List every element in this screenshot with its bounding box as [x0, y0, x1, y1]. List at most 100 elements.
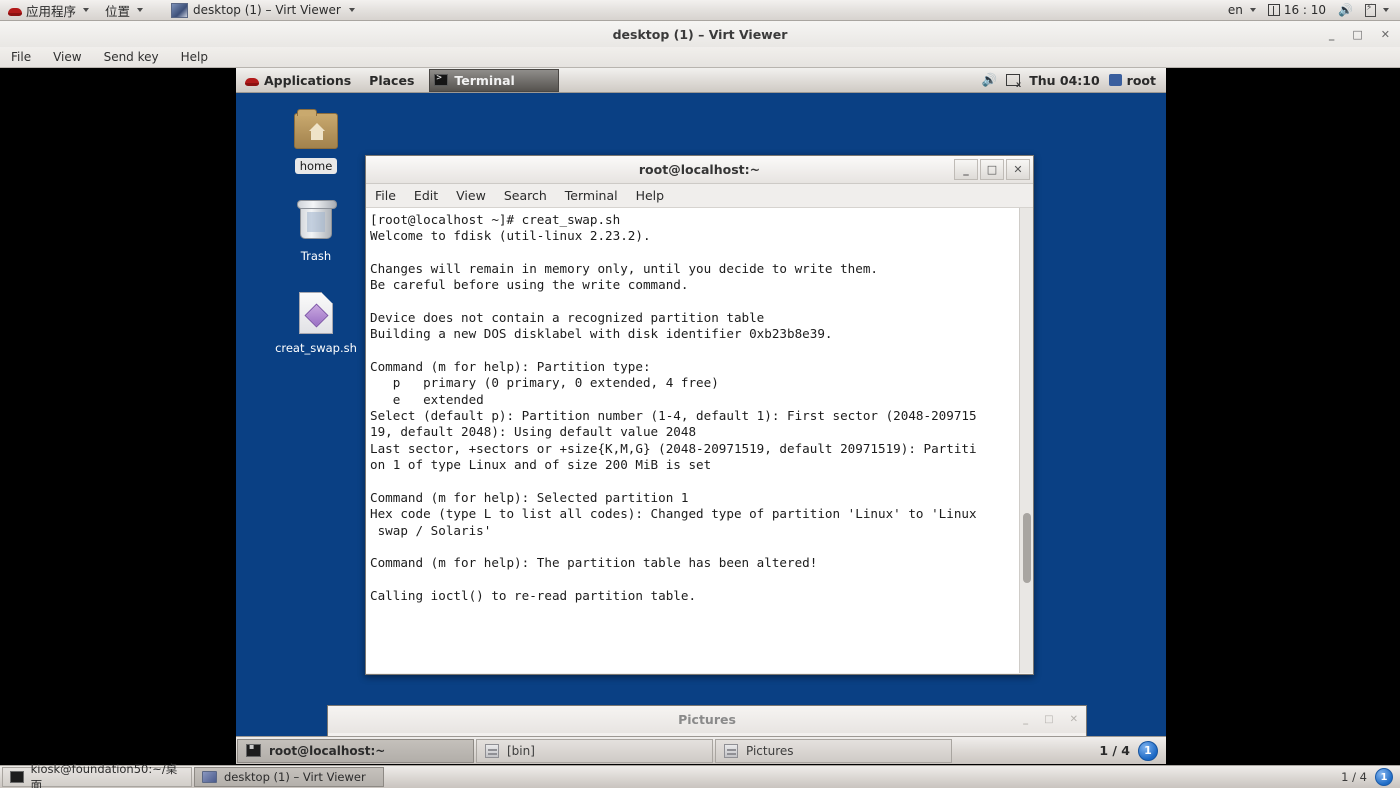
vm-volume-indicator[interactable]: 🔊	[982, 72, 998, 88]
terminal-title: root@localhost:~	[638, 162, 761, 177]
vm-user-label: root	[1126, 72, 1156, 88]
vm-taskbar-item-pictures[interactable]: Pictures	[715, 738, 952, 763]
pictures-close-button[interactable]: ✕	[1070, 714, 1078, 725]
folder-home-icon	[268, 108, 364, 154]
terminal-scrollbar-thumb[interactable]	[1023, 513, 1031, 583]
desktop-icon-creat-swap[interactable]: creat_swap.sh	[268, 290, 364, 356]
host-top-panel: 应用程序 位置 desktop (1) – Virt Viewer en 16 …	[0, 0, 1400, 21]
vm-workspace-pager[interactable]: 1 / 4	[1099, 743, 1130, 758]
terminal-minimize-button[interactable]: _	[954, 159, 978, 180]
trash-icon	[268, 198, 364, 244]
pictures-titlebar: Pictures _ □ ✕	[328, 706, 1086, 733]
terminal-icon	[10, 771, 24, 783]
keyboard-layout-label: en	[1227, 3, 1243, 17]
desktop-icon-home-label: home	[294, 158, 338, 174]
terminal-icon	[434, 73, 449, 86]
vm-clock[interactable]: Thu 04:10	[1029, 73, 1099, 88]
pictures-maximize-button[interactable]: □	[1044, 714, 1053, 725]
vm-workspace-badge[interactable]: 1	[1138, 740, 1158, 761]
terminal-menu-terminal[interactable]: Terminal	[556, 188, 627, 203]
terminal-titlebar: root@localhost:~ _ □ ✕	[366, 156, 1033, 184]
vm-taskbar: root@localhost:~ [bin] Pictures 1 / 4 1	[236, 736, 1166, 764]
volume-indicator[interactable]: 🔊	[1333, 3, 1358, 17]
chevron-down-icon	[1383, 8, 1389, 12]
virt-viewer-menubar: File View Send key Help	[0, 47, 1400, 68]
maximize-button[interactable]: □	[1352, 28, 1362, 41]
chevron-down-icon	[1249, 8, 1256, 12]
battery-icon	[1365, 3, 1376, 17]
terminal-close-button[interactable]: ✕	[1006, 159, 1030, 180]
close-button[interactable]: ✕	[1381, 28, 1390, 41]
host-workspace-badge[interactable]: 1	[1375, 768, 1393, 786]
vm-clock-label: Thu 04:10	[1029, 72, 1100, 88]
volume-icon: 🔊	[981, 72, 998, 87]
file-manager-icon	[724, 743, 738, 758]
vm-task-terminal[interactable]: Terminal	[429, 68, 560, 92]
host-applications-label: 应用程序	[26, 3, 77, 19]
vm-applications-label: Applications	[264, 72, 352, 88]
host-taskbar-item-virt-viewer[interactable]: desktop (1) – Virt Viewer	[194, 767, 384, 787]
host-window-label: desktop (1) – Virt Viewer	[193, 3, 341, 17]
redhat-icon	[8, 4, 22, 17]
terminal-menu-edit[interactable]: Edit	[405, 188, 447, 203]
vm-top-panel: Applications Places Terminal 🔊 Thu	[236, 68, 1166, 93]
vm-places-label: Places	[369, 72, 415, 88]
terminal-menu-help[interactable]: Help	[627, 188, 674, 203]
vm-viewport[interactable]: Applications Places Terminal 🔊 Thu	[236, 68, 1166, 764]
terminal-output-area[interactable]: [root@localhost ~]# creat_swap.sh Welcom…	[366, 208, 1033, 673]
screen: 应用程序 位置 desktop (1) – Virt Viewer en 16 …	[0, 0, 1400, 788]
terminal-scrollbar[interactable]	[1019, 208, 1033, 673]
vm-taskbar-item-bin-label: [bin]	[507, 743, 535, 758]
chevron-down-icon	[348, 8, 355, 12]
minimize-button[interactable]: _	[1329, 28, 1335, 41]
host-taskbar-item-kiosk-label: kiosk@foundation50:~/桌面	[30, 762, 178, 788]
file-manager-icon	[485, 743, 499, 758]
desktop-icon-trash-label: Trash	[300, 249, 332, 263]
terminal-window[interactable]: root@localhost:~ _ □ ✕ File Edit View Se…	[365, 155, 1034, 675]
vm-user-menu[interactable]: root	[1108, 72, 1156, 88]
pictures-window-controls: _ □ ✕	[1023, 706, 1078, 733]
vm-taskbar-item-pictures-label: Pictures	[746, 743, 794, 758]
terminal-menu-view[interactable]: View	[447, 188, 495, 203]
terminal-window-controls: _ □ ✕	[954, 159, 1030, 180]
pictures-minimize-button[interactable]: _	[1023, 714, 1028, 725]
menu-file[interactable]: File	[0, 50, 42, 64]
desktop-icon-creat-swap-label: creat_swap.sh	[275, 341, 357, 355]
redhat-icon	[245, 74, 259, 87]
terminal-maximize-button[interactable]: □	[980, 159, 1004, 180]
terminal-menubar: File Edit View Search Terminal Help	[366, 184, 1033, 208]
user-icon	[1108, 74, 1122, 86]
vm-taskbar-item-terminal-label: root@localhost:~	[269, 743, 386, 758]
host-applications-menu[interactable]: 应用程序	[0, 0, 97, 20]
host-places-label: 位置	[105, 3, 131, 19]
vm-task-terminal-label: Terminal	[454, 72, 515, 88]
menu-view[interactable]: View	[42, 50, 92, 64]
vm-window-list: Terminal	[429, 68, 560, 92]
virt-viewer-window-controls: _ □ ✕	[1329, 21, 1390, 47]
vm-places-menu[interactable]: Places	[360, 68, 423, 92]
vm-applications-menu[interactable]: Applications	[236, 68, 360, 92]
menu-send-key[interactable]: Send key	[93, 50, 170, 64]
monitor-icon	[202, 771, 217, 783]
vm-taskbar-item-terminal[interactable]: root@localhost:~	[237, 738, 474, 763]
desktop-icon-home[interactable]: home	[268, 108, 364, 174]
terminal-menu-search[interactable]: Search	[495, 188, 556, 203]
terminal-icon	[246, 742, 261, 757]
host-window-menu[interactable]: desktop (1) – Virt Viewer	[163, 0, 363, 20]
host-workspace-pager[interactable]: 1 / 4	[1341, 770, 1367, 784]
host-taskbar: kiosk@foundation50:~/桌面 desktop (1) – Vi…	[0, 762, 1400, 788]
keyboard-layout-indicator[interactable]: en	[1223, 3, 1261, 17]
battery-indicator[interactable]	[1360, 3, 1394, 17]
chevron-down-icon	[137, 8, 144, 12]
desktop-icon-trash[interactable]: Trash	[268, 198, 364, 264]
window-thumbnail-icon	[171, 2, 189, 18]
pictures-title: Pictures	[678, 712, 736, 727]
vm-network-indicator[interactable]	[1006, 74, 1021, 89]
host-places-menu[interactable]: 位置	[97, 0, 151, 20]
script-file-icon	[268, 290, 364, 336]
terminal-menu-file[interactable]: File	[366, 188, 405, 203]
host-taskbar-item-kiosk[interactable]: kiosk@foundation50:~/桌面	[2, 762, 192, 788]
menu-help[interactable]: Help	[170, 50, 219, 64]
vm-taskbar-item-bin[interactable]: [bin]	[476, 738, 713, 763]
host-clock[interactable]: 16 : 10	[1263, 3, 1331, 17]
